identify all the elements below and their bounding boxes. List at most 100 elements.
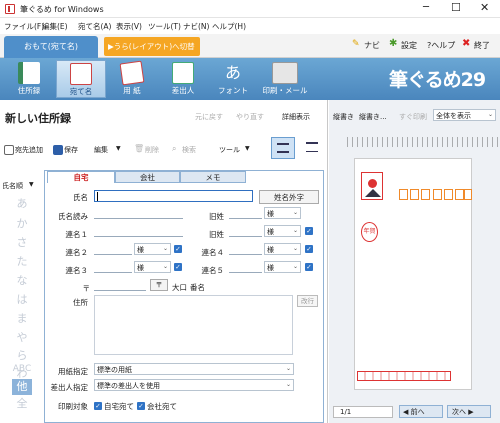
joint3-honorific[interactable]: 様 ⌄ <box>134 261 171 273</box>
exit-link[interactable]: 終了 <box>474 40 490 51</box>
vertical-layout-label[interactable]: 縦書き <box>333 112 354 122</box>
maximize-icon[interactable]: ☐ <box>451 1 461 14</box>
menu-view[interactable]: 表示(V) <box>116 21 142 32</box>
delete-button[interactable]: 削除 <box>145 145 159 155</box>
name-input[interactable] <box>94 190 253 202</box>
next-button[interactable]: 次へ ▶ <box>447 405 491 418</box>
joint2-honorific[interactable]: 様 ⌄ <box>134 243 171 255</box>
view-select[interactable]: 全体を表示 ⌄ <box>433 109 496 121</box>
old-surname-label: 旧姓 <box>209 212 224 221</box>
paper-button[interactable]: 用 紙 <box>107 60 157 98</box>
joint4-honorific[interactable]: 様 ⌄ <box>264 243 301 255</box>
print-mail-button[interactable]: 印刷・メール <box>257 60 313 98</box>
sender-button[interactable]: 差出人 <box>158 60 208 98</box>
menu-tools[interactable]: ツール(T) <box>148 21 181 32</box>
gear-icon[interactable]: ✱ <box>389 38 397 49</box>
paper-label: 用 紙 <box>123 86 141 95</box>
joint3-checkbox[interactable]: ✓ <box>174 263 182 271</box>
index-ra[interactable]: ら <box>14 350 30 362</box>
exit-icon[interactable]: ✖ <box>462 38 470 49</box>
tab-memo[interactable]: メモ <box>180 171 246 183</box>
lottery-strip <box>357 371 451 381</box>
menu-help[interactable]: ヘルプ(H) <box>212 21 246 32</box>
details-button[interactable]: 詳細表示 <box>282 112 310 122</box>
index-a[interactable]: あ <box>14 198 30 210</box>
help-link[interactable]: ?ヘルプ <box>427 40 455 51</box>
print-home-checkbox[interactable]: ✓ <box>94 402 102 410</box>
index-sa[interactable]: さ <box>14 237 30 249</box>
print-company-label: 会社宛て <box>147 402 177 411</box>
index-all[interactable]: 全 <box>14 398 30 410</box>
joint5-checkbox[interactable]: ✓ <box>305 263 313 271</box>
menu-address[interactable]: 宛て名(A) <box>78 21 111 32</box>
index-na[interactable]: な <box>14 275 30 287</box>
postal-box-5 <box>444 189 453 200</box>
add-recipient-button[interactable]: 宛先追加 <box>15 145 43 155</box>
save-button[interactable]: 保存 <box>64 145 78 155</box>
navi-link[interactable]: ナビ <box>364 40 380 51</box>
address-textarea[interactable] <box>94 295 293 355</box>
navi-icon[interactable]: ✎ <box>352 39 360 49</box>
joint1-honorific[interactable]: 様 ⌄ <box>264 225 301 237</box>
index-abc[interactable]: ABC <box>10 363 34 375</box>
sort-dropdown-icon[interactable]: ▼ <box>29 181 34 188</box>
vertical-layout2-label[interactable]: 縦書き... <box>359 112 387 122</box>
postal-box-7 <box>464 189 472 200</box>
redo-button[interactable]: やり直す <box>236 112 264 122</box>
tab-home[interactable]: 自宅 <box>47 171 115 183</box>
prev-button[interactable]: ◀ 前へ <box>399 405 443 418</box>
tools-menu[interactable]: ツール <box>219 145 240 155</box>
address-book-icon <box>18 62 40 84</box>
joint2-input[interactable] <box>94 244 132 255</box>
mode-front-tab[interactable]: おもて(宛て名) <box>4 36 98 58</box>
address-book-pane: 新しい住所録 元に戻す やり直す 詳細表示 宛先追加 保存 編集 ▼ 🗑 削除 … <box>0 100 328 423</box>
old-surname-input[interactable] <box>229 208 262 219</box>
joint5-input[interactable] <box>229 262 262 273</box>
list-view-button[interactable] <box>300 137 324 159</box>
old-surname2-input[interactable] <box>229 226 262 237</box>
settings-link[interactable]: 設定 <box>401 40 417 51</box>
index-ma[interactable]: ま <box>14 313 30 325</box>
edit-menu[interactable]: 編集 <box>94 145 108 155</box>
gaiji-button[interactable]: 姓名外字 <box>259 190 319 204</box>
card-view-button[interactable] <box>271 137 295 159</box>
joint5-honorific[interactable]: 様 ⌄ <box>264 261 301 273</box>
close-icon[interactable]: ✕ <box>480 1 489 14</box>
menu-bar: ファイル(F) 編集(E) 宛て名(A) 表示(V) ツール(T) ナビ(N) … <box>0 18 500 34</box>
paper-select[interactable]: 標準の用紙 ⌄ <box>94 363 294 375</box>
print-company-checkbox[interactable]: ✓ <box>137 402 145 410</box>
menu-navi[interactable]: ナビ(N) <box>183 21 209 32</box>
tools-dropdown-icon[interactable]: ▼ <box>245 145 250 152</box>
postal-input[interactable] <box>94 280 146 291</box>
quick-print-button[interactable]: すぐ印刷 <box>399 112 427 122</box>
menu-edit[interactable]: 編集(E) <box>42 21 68 32</box>
mode-switch-button[interactable]: ▶うら(レイアウト)へ切替 <box>104 37 200 56</box>
sender-select[interactable]: 標準の差出人を使用 ⌄ <box>94 379 294 391</box>
old-surname-honorific[interactable]: 様 ⌄ <box>264 207 301 219</box>
index-ya[interactable]: や <box>14 332 30 344</box>
joint4-checkbox[interactable]: ✓ <box>305 245 313 253</box>
address-book-button[interactable]: 住所録 <box>4 60 54 98</box>
edit-dropdown-icon[interactable]: ▼ <box>116 145 121 152</box>
index-ha[interactable]: は <box>14 294 30 306</box>
minimize-icon[interactable]: ─ <box>423 2 429 13</box>
index-ka[interactable]: か <box>14 218 30 230</box>
joint1-checkbox[interactable]: ✓ <box>305 227 313 235</box>
joint2-checkbox[interactable]: ✓ <box>174 245 182 253</box>
reading-input[interactable] <box>94 208 183 219</box>
tab-company[interactable]: 会社 <box>115 171 180 183</box>
undo-button[interactable]: 元に戻す <box>195 112 223 122</box>
recipient-button[interactable]: 宛て名 <box>56 60 106 98</box>
search-button[interactable]: 検索 <box>182 145 196 155</box>
font-button[interactable]: あ フォント <box>208 60 258 98</box>
index-ta[interactable]: た <box>14 256 30 268</box>
postal-search-button[interactable]: 〒 <box>150 279 168 291</box>
index-other[interactable]: 他 <box>14 381 30 393</box>
joint4-input[interactable] <box>229 244 262 255</box>
joint3-input[interactable] <box>94 262 132 273</box>
joint1-input[interactable] <box>94 226 183 237</box>
menu-file[interactable]: ファイル(F) <box>4 21 44 32</box>
sort-order-label[interactable]: 氏名順 <box>2 181 23 191</box>
linebreak-button[interactable]: 改行 <box>297 295 318 307</box>
honorific-value: 様 <box>267 264 274 272</box>
